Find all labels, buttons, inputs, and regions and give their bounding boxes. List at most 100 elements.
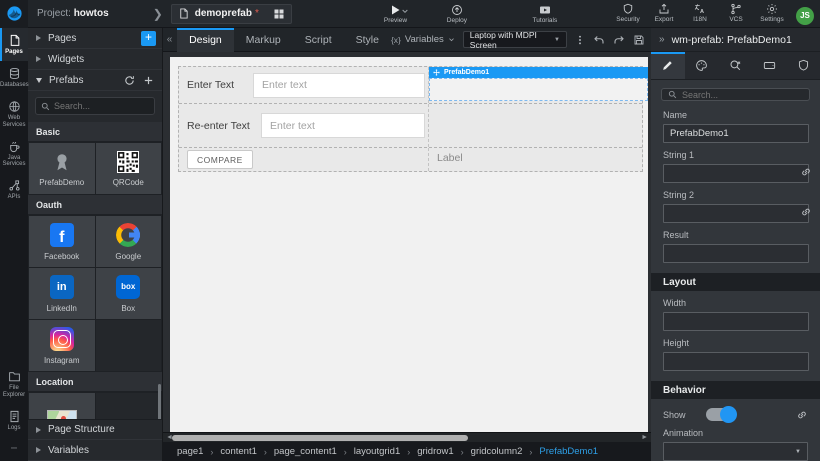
rail-item-pages[interactable]: Pages: [0, 28, 28, 61]
prefab-tile-google[interactable]: Google: [96, 216, 162, 267]
enter-text-input[interactable]: [253, 73, 425, 98]
prefab-tile-facebook[interactable]: f Facebook: [29, 216, 95, 267]
label-widget[interactable]: Label: [437, 152, 463, 164]
layout-grid[interactable]: Enter Text PrefabDemo1: [178, 66, 643, 172]
grid-row-3[interactable]: COMPARE Label: [179, 148, 642, 171]
deploy-button[interactable]: Deploy: [436, 4, 478, 24]
bind-string2-link-icon[interactable]: [800, 206, 812, 218]
panel-section-prefabs[interactable]: Prefabs: [28, 70, 162, 91]
breadcrumb-item[interactable]: page1: [177, 446, 203, 457]
prefab-tile-linkedin[interactable]: in LinkedIn: [29, 268, 95, 319]
string1-input[interactable]: [663, 164, 809, 183]
settings-button[interactable]: Settings: [754, 3, 790, 23]
expand-panel-icon[interactable]: »: [659, 34, 665, 45]
breadcrumb-item[interactable]: page_content1: [274, 446, 337, 457]
panel-section-variables[interactable]: Variables: [28, 440, 162, 461]
grid-column-2[interactable]: Label: [429, 148, 642, 171]
wavemaker-logo[interactable]: [0, 0, 28, 28]
preview-button[interactable]: Preview: [384, 4, 436, 24]
tab-properties[interactable]: [651, 52, 685, 79]
redo-button[interactable]: [613, 34, 625, 46]
show-toggle[interactable]: [706, 408, 736, 421]
height-input[interactable]: [663, 352, 809, 371]
rail-item-java-services[interactable]: Java Services: [0, 134, 28, 174]
rail-more-button[interactable]: [0, 437, 28, 461]
tab-devices[interactable]: [752, 52, 786, 79]
refresh-prefabs-icon[interactable]: [124, 75, 135, 86]
top-bar: Project: howtos ❯ demoprefab * Preview: [0, 0, 820, 28]
breadcrumb-item-current[interactable]: PrefabDemo1: [539, 446, 598, 457]
rail-item-logs[interactable]: Logs: [0, 404, 28, 437]
breadcrumb-item[interactable]: gridrow1: [417, 446, 453, 457]
scrollbar-thumb[interactable]: [172, 435, 468, 441]
grid-column-1[interactable]: Enter Text: [179, 67, 429, 103]
tab-events[interactable]: [719, 52, 753, 79]
more-options-button[interactable]: [575, 34, 585, 46]
properties-search-input[interactable]: [682, 90, 803, 100]
selection-header[interactable]: PrefabDemo1: [429, 67, 648, 78]
save-button[interactable]: [633, 34, 645, 46]
add-page-button[interactable]: +: [141, 31, 156, 46]
variables-dropdown[interactable]: {x} Variables: [391, 34, 455, 45]
device-selector[interactable]: Laptop with MDPI Screen ▼: [463, 31, 567, 48]
grid-row-1[interactable]: Enter Text PrefabDemo1: [179, 67, 642, 104]
panel-section-page-structure[interactable]: Page Structure: [28, 419, 162, 440]
string2-input[interactable]: [663, 204, 809, 223]
breadcrumb-item[interactable]: layoutgrid1: [354, 446, 400, 457]
database-icon: [8, 67, 21, 80]
prefab-tile-qrcode[interactable]: QRCode: [96, 143, 162, 194]
tab-styles[interactable]: [685, 52, 719, 79]
prefab-search-input[interactable]: [54, 101, 149, 111]
grid-row-2[interactable]: Re-enter Text: [179, 104, 642, 148]
rail-item-file-explorer[interactable]: File Explorer: [0, 364, 28, 404]
prefab-tile-instagram[interactable]: Instagram: [29, 320, 95, 371]
bind-show-link-icon[interactable]: [796, 409, 808, 421]
panel-section-widgets[interactable]: Widgets: [28, 49, 162, 70]
page-canvas[interactable]: Enter Text PrefabDemo1: [170, 57, 648, 432]
breadcrumb-item[interactable]: content1: [220, 446, 256, 457]
undo-button[interactable]: [593, 34, 605, 46]
panel-scrollbar[interactable]: [158, 384, 161, 419]
bind-string1-link-icon[interactable]: [800, 166, 812, 178]
grid-column-1[interactable]: COMPARE: [179, 148, 429, 171]
page-grid-icon[interactable]: [273, 8, 285, 20]
save-floppy-icon: [633, 34, 645, 46]
add-prefab-icon[interactable]: [143, 75, 154, 86]
prefab-tile-map[interactable]: [29, 393, 95, 419]
prefab-tile-box[interactable]: box Box: [96, 268, 162, 319]
security-button[interactable]: Security: [610, 3, 646, 23]
panel-section-pages[interactable]: Pages +: [28, 28, 162, 49]
name-input[interactable]: [663, 124, 809, 143]
facebook-icon: f: [50, 223, 74, 247]
result-input[interactable]: [663, 244, 809, 263]
prefab-tile-prefabdemo[interactable]: PrefabDemo: [29, 143, 95, 194]
rail-item-databases[interactable]: Databases: [0, 61, 28, 94]
compare-button[interactable]: COMPARE: [187, 150, 253, 169]
grid-column-1[interactable]: Re-enter Text: [179, 104, 429, 147]
properties-search[interactable]: [661, 88, 810, 101]
user-avatar[interactable]: JS: [796, 7, 814, 25]
tab-markup[interactable]: Markup: [234, 28, 293, 52]
tab-script[interactable]: Script: [293, 28, 344, 52]
horizontal-scrollbar[interactable]: ◄ ►: [163, 432, 651, 442]
export-button[interactable]: Export: [646, 3, 682, 23]
rail-item-apis[interactable]: APIs: [0, 173, 28, 206]
selection-body[interactable]: [429, 78, 648, 101]
width-input[interactable]: [663, 312, 809, 331]
tab-style[interactable]: Style: [344, 28, 391, 52]
i18n-button[interactable]: A I18N: [682, 3, 718, 23]
breadcrumb-item[interactable]: gridcolumn2: [471, 446, 523, 457]
prefab-search[interactable]: [35, 97, 155, 115]
tutorials-button[interactable]: Tutorials: [524, 4, 566, 24]
vcs-button[interactable]: VCS: [718, 3, 754, 23]
grid-column-2[interactable]: [429, 104, 642, 147]
rail-item-web-services[interactable]: Web Services: [0, 94, 28, 134]
current-page-selector[interactable]: demoprefab *: [171, 4, 292, 24]
selected-widget-prefabdemo1[interactable]: PrefabDemo1: [429, 67, 648, 101]
animation-select[interactable]: ▼: [663, 442, 808, 461]
collapse-left-panel-icon[interactable]: «: [163, 34, 176, 45]
re-enter-text-input[interactable]: [261, 113, 425, 138]
tab-design[interactable]: Design: [177, 28, 234, 52]
scroll-right-arrow-icon[interactable]: ►: [641, 434, 648, 441]
tab-security[interactable]: [786, 52, 820, 79]
